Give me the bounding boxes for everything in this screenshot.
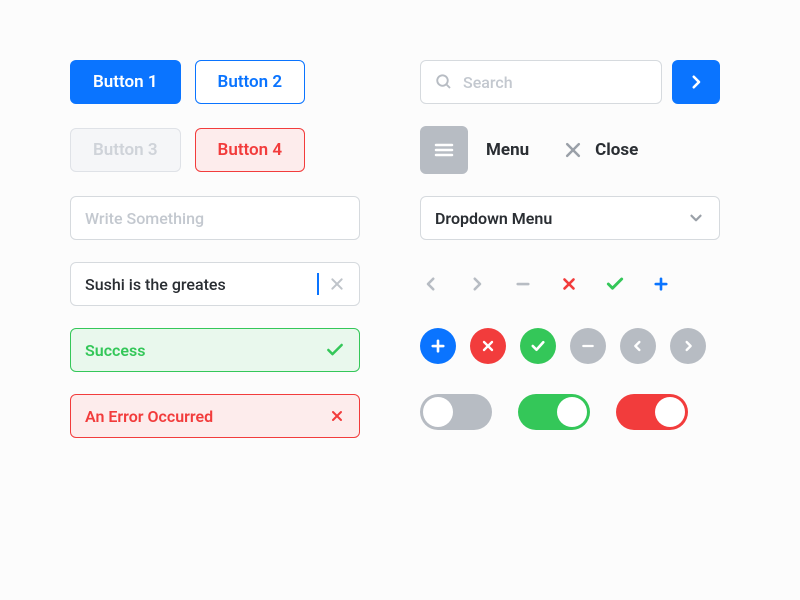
text-caret xyxy=(317,273,319,295)
close-icon[interactable] xyxy=(563,140,583,160)
button-4[interactable]: Button 4 xyxy=(195,128,306,172)
chevron-right-icon xyxy=(687,73,705,91)
check-icon xyxy=(325,340,345,360)
circle-prev-button[interactable] xyxy=(620,328,656,364)
check-icon[interactable] xyxy=(604,273,626,295)
button-3: Button 3 xyxy=(70,128,181,172)
text-input-filled[interactable]: Sushi is the greates xyxy=(70,262,360,306)
circle-minus-button[interactable] xyxy=(570,328,606,364)
chevron-right-icon[interactable] xyxy=(466,273,488,295)
button-1[interactable]: Button 1 xyxy=(70,60,181,104)
write-placeholder: Write Something xyxy=(85,209,204,228)
toggle-knob xyxy=(557,397,587,427)
toggle-knob xyxy=(655,397,685,427)
circle-close-button[interactable] xyxy=(470,328,506,364)
x-icon[interactable] xyxy=(558,273,580,295)
circle-next-button[interactable] xyxy=(670,328,706,364)
write-input[interactable]: Write Something xyxy=(70,196,360,240)
alert-success-text: Success xyxy=(85,341,145,360)
text-input-value: Sushi is the greates xyxy=(85,275,309,294)
clear-icon[interactable] xyxy=(329,276,345,292)
alert-error-text: An Error Occurred xyxy=(85,407,213,426)
search-placeholder: Search xyxy=(463,73,513,92)
circle-check-button[interactable] xyxy=(520,328,556,364)
toggle-knob xyxy=(423,397,453,427)
search-icon xyxy=(435,73,453,91)
menu-label: Menu xyxy=(486,140,529,160)
search-input[interactable]: Search xyxy=(420,60,662,104)
alert-error: An Error Occurred xyxy=(70,394,360,438)
hamburger-icon xyxy=(432,138,456,162)
minus-icon[interactable] xyxy=(512,273,534,295)
close-label: Close xyxy=(595,140,638,160)
search-go-button[interactable] xyxy=(672,60,720,104)
plus-icon[interactable] xyxy=(650,273,672,295)
menu-button[interactable] xyxy=(420,126,468,174)
circle-add-button[interactable] xyxy=(420,328,456,364)
toggle-on-red[interactable] xyxy=(616,394,688,430)
button-2[interactable]: Button 2 xyxy=(195,60,306,104)
x-icon[interactable] xyxy=(329,408,345,424)
dropdown-label: Dropdown Menu xyxy=(435,209,552,228)
dropdown-menu[interactable]: Dropdown Menu xyxy=(420,196,720,240)
chevron-left-icon[interactable] xyxy=(420,273,442,295)
alert-success: Success xyxy=(70,328,360,372)
toggle-off[interactable] xyxy=(420,394,492,430)
toggle-on-green[interactable] xyxy=(518,394,590,430)
chevron-down-icon xyxy=(687,209,705,227)
